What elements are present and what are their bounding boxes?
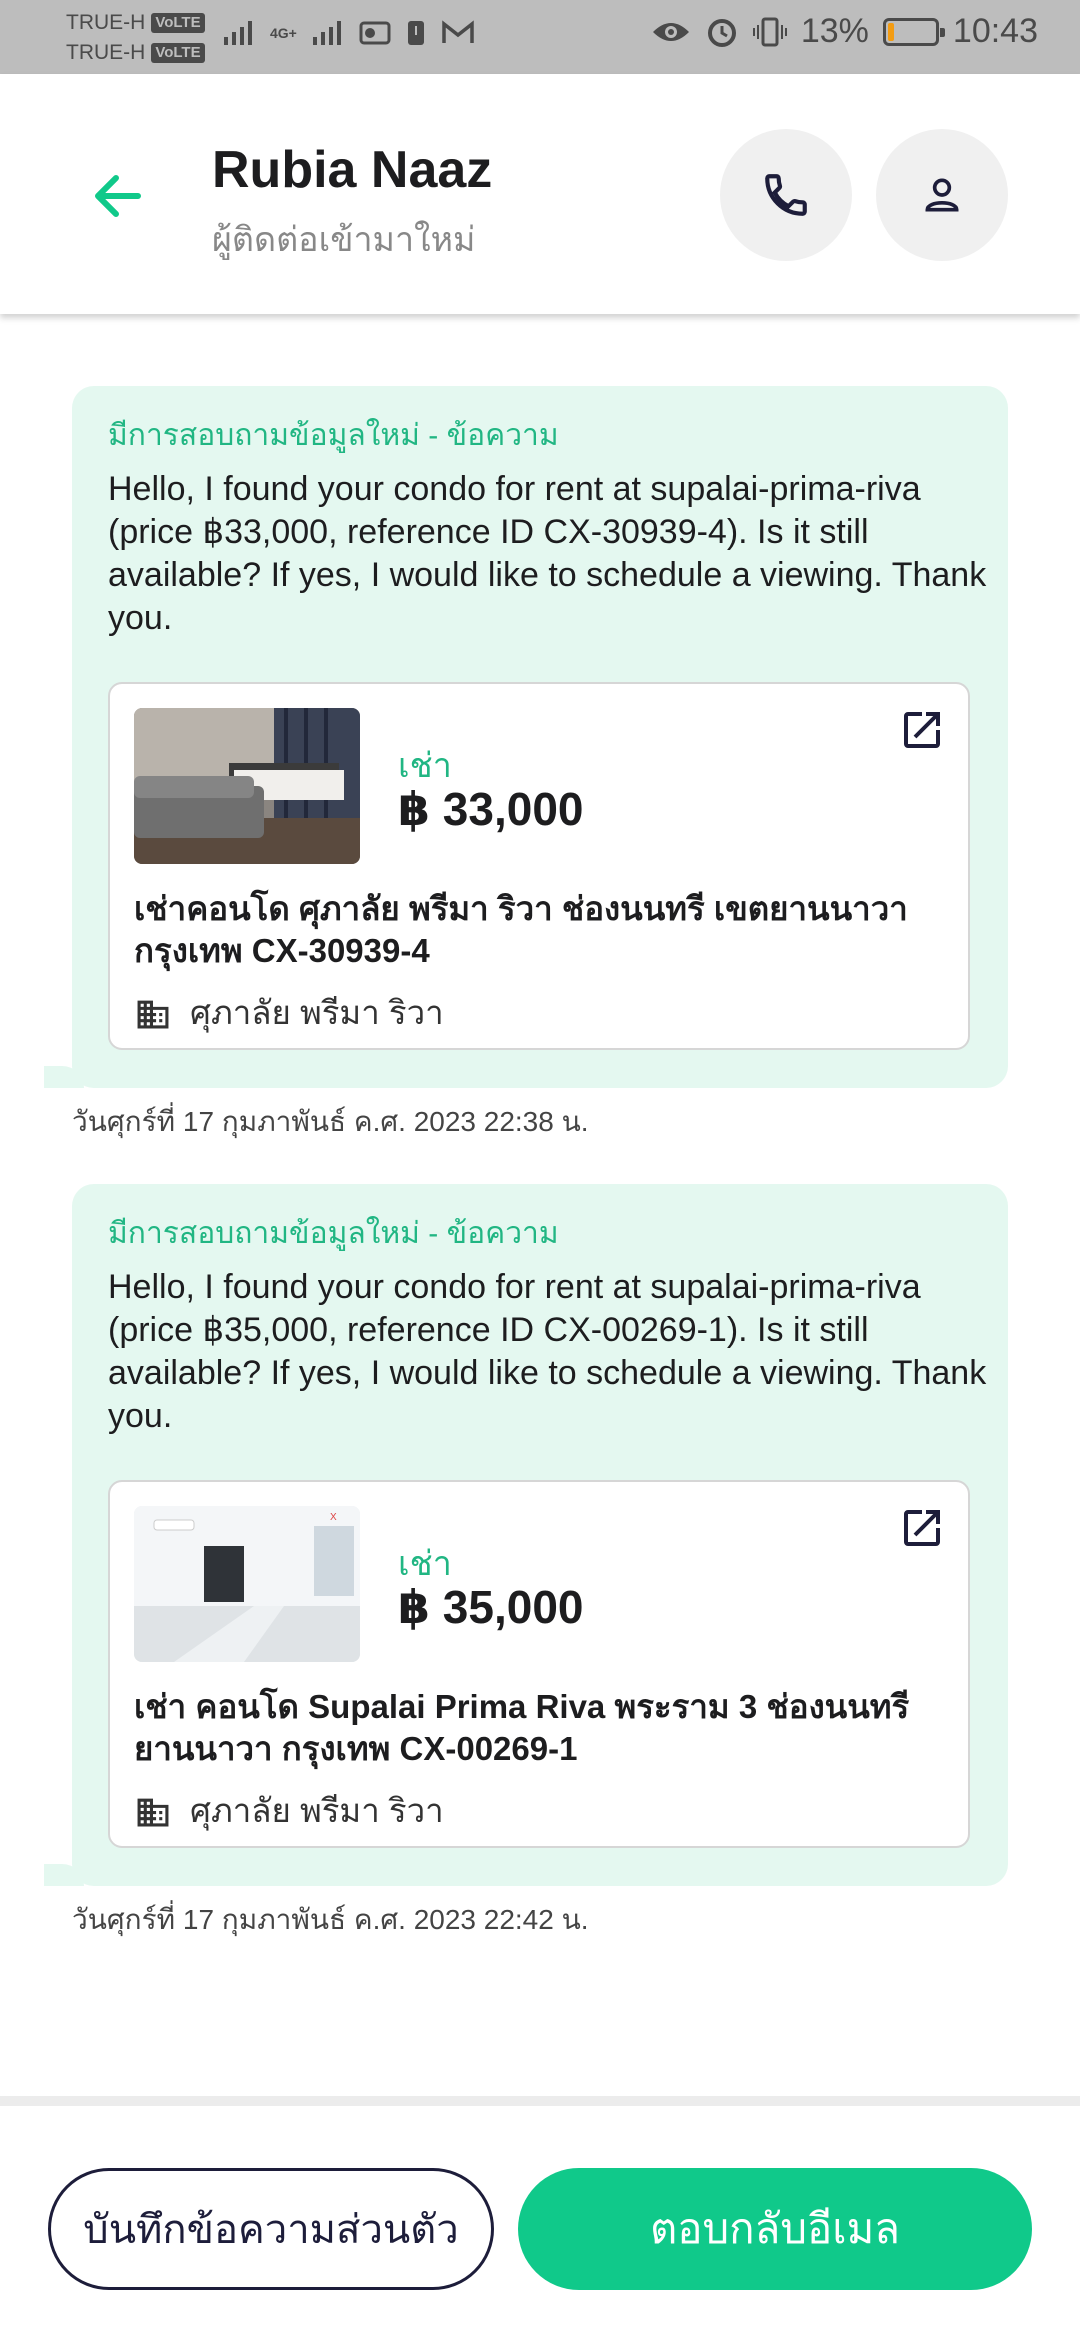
signal-icon xyxy=(224,21,252,45)
carrier-info: TRUE-H VoLTE TRUE-H VoLTE xyxy=(66,8,205,68)
listing-project-name: ศุภาลัย พรีมา ริวา xyxy=(190,1792,444,1829)
message-timestamp: วันศุกร์ที่ 17 กุมภาพันธ์ ค.ศ. 2023 22:3… xyxy=(72,1106,589,1137)
chat-header: Rubia Naaz ผู้ติดต่อเข้ามาใหม่ xyxy=(0,74,1080,314)
notification-icon xyxy=(407,21,424,45)
listing-photo-bedroom xyxy=(134,708,360,864)
back-button[interactable] xyxy=(88,166,148,226)
eye-icon xyxy=(652,22,689,41)
message-header: มีการสอบถามข้อมูลใหม่ - ข้อความ xyxy=(108,1217,559,1250)
listing-price: ฿ 35,000 xyxy=(398,1581,584,1633)
carrier-1: TRUE-H xyxy=(66,11,146,34)
message-bubble: มีการสอบถามข้อมูลใหม่ - ข้อความ Hello, I… xyxy=(44,1184,1008,1886)
back-arrow-icon xyxy=(95,175,141,217)
message-bubble: มีการสอบถามข้อมูลใหม่ - ข้อความ Hello, I… xyxy=(44,386,1008,1088)
building-icon xyxy=(137,1798,169,1826)
status-time: 10:43 xyxy=(952,12,1038,50)
volte-badge-1: VoLTE xyxy=(151,13,205,33)
person-icon xyxy=(925,178,959,212)
message-body: Hello, I found your condo for rent at su… xyxy=(108,470,987,637)
listing-project-name: ศุภาลัย พรีมา ริวา xyxy=(190,994,444,1031)
status-left-icons: 4G+ xyxy=(222,18,475,48)
listing-title: เช่าคอนโด ศุภาลัย พรีมา ริวา ช่องนนทรี เ… xyxy=(134,890,908,969)
contact-name: Rubia Naaz xyxy=(212,141,493,199)
reply-email-button[interactable]: ตอบกลับอีเมล xyxy=(518,2168,1032,2290)
listing-price: ฿ 33,000 xyxy=(398,783,584,835)
action-bar: บันทึกข้อความส่วนตัว ตอบกลับอีเมล xyxy=(0,2096,1080,2340)
message-timestamp: วันศุกร์ที่ 17 กุมภาพันธ์ ค.ศ. 2023 22:4… xyxy=(72,1904,589,1935)
status-right: 13% 10:43 xyxy=(651,12,1038,51)
battery-fill xyxy=(887,22,895,41)
private-note-button[interactable]: บันทึกข้อความส่วนตัว xyxy=(48,2168,494,2290)
vibrate-icon xyxy=(752,17,787,46)
listing-thumbnail[interactable]: X xyxy=(134,1506,360,1662)
open-external-icon[interactable] xyxy=(898,1504,946,1552)
volte-badge-2: VoLTE xyxy=(151,43,205,63)
listing-thumbnail[interactable] xyxy=(134,708,360,864)
listing-photo-living-room: X xyxy=(134,1506,360,1662)
status-bar: TRUE-H VoLTE TRUE-H VoLTE 4G+ 13% 10:43 xyxy=(0,0,1080,74)
listing-card[interactable]: X เช่า ฿ 35,000 เช่า คอนโด Supalai Prima… xyxy=(108,1480,970,1848)
svg-text:X: X xyxy=(330,1512,337,1523)
network-type: 4G+ xyxy=(270,25,297,41)
phone-icon xyxy=(765,174,807,216)
listing-project: ศุภาลัย พรีมา ริวา xyxy=(134,1784,444,1837)
open-external-icon[interactable] xyxy=(898,706,946,754)
listing-title: เช่า คอนโด Supalai Prima Riva พระราม 3 ช… xyxy=(134,1688,910,1767)
gmail-icon xyxy=(442,20,474,43)
message-body: Hello, I found your condo for rent at su… xyxy=(108,1268,987,1435)
profile-button[interactable] xyxy=(876,129,1008,261)
listing-project: ศุภาลัย พรีมา ริวา xyxy=(134,986,444,1039)
outlook-icon xyxy=(359,21,391,45)
battery-icon xyxy=(882,17,945,46)
call-button[interactable] xyxy=(720,129,852,261)
signal-icon-2 xyxy=(312,21,341,45)
building-icon xyxy=(137,1000,169,1028)
battery-percent: 13% xyxy=(800,12,869,50)
carrier-2: TRUE-H xyxy=(66,41,146,64)
listing-card[interactable]: เช่า ฿ 33,000 เช่าคอนโด ศุภาลัย พรีมา ริ… xyxy=(108,682,970,1050)
alarm-icon xyxy=(707,18,736,47)
message-header: มีการสอบถามข้อมูลใหม่ - ข้อความ xyxy=(108,419,559,452)
contact-status: ผู้ติดต่อเข้ามาใหม่ xyxy=(212,221,476,259)
